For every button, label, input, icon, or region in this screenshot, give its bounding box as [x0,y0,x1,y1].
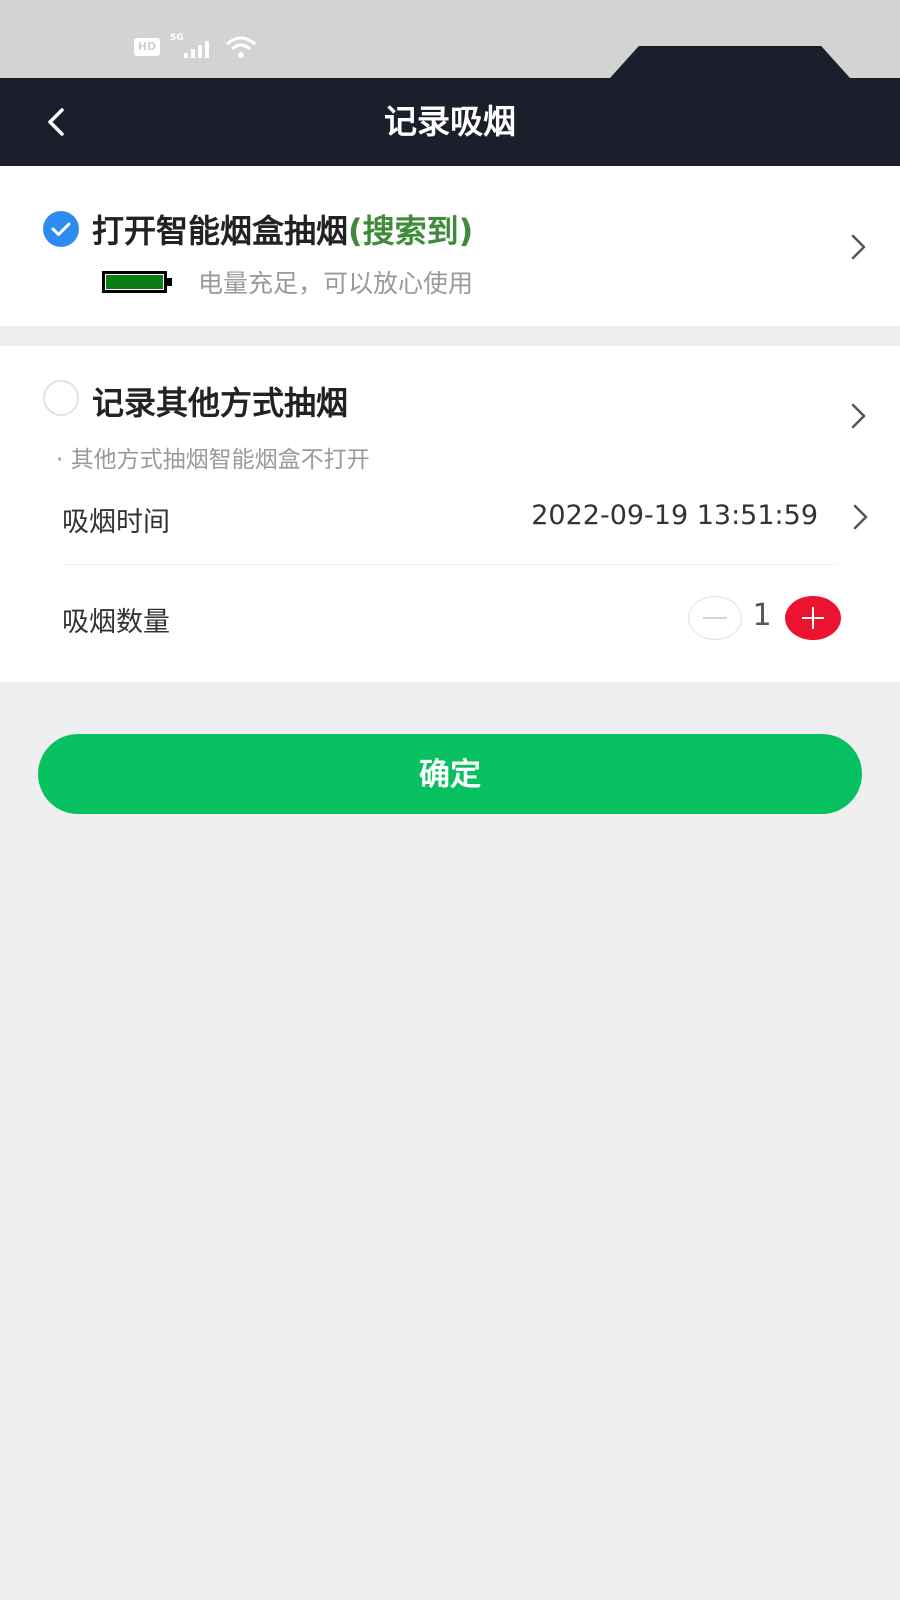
smart-box-title-text: 打开智能烟盒抽烟 [92,212,349,250]
back-chevron-icon[interactable] [40,100,76,144]
decrease-count-button[interactable] [688,596,742,640]
hd-icon: HD [134,38,160,56]
chevron-right-icon[interactable] [848,232,868,262]
other-method-title: 记录其他方式抽烟 [92,384,349,422]
signal-icon [184,41,209,58]
row-divider [62,564,838,565]
wifi-icon [226,36,256,58]
page-title: 记录吸烟 [384,102,516,141]
battery-icon [102,271,172,293]
smoke-count-label: 吸烟数量 [62,607,170,638]
smoke-count-value: 1 [752,598,772,633]
smoke-time-value[interactable]: 2022-09-19 13:51:59 [531,500,818,531]
smart-box-option-card[interactable]: 打开智能烟盒抽烟(搜索到) 电量充足，可以放心使用 [0,166,900,326]
other-method-note: · 其他方式抽烟智能烟盒不打开 [56,447,370,473]
smart-box-radio-checked-icon[interactable] [43,211,79,247]
smoke-time-label: 吸烟时间 [62,507,170,538]
battery-status-text: 电量充足，可以放心使用 [198,269,474,298]
camera-notch [610,46,850,78]
other-method-radio-unchecked-icon[interactable] [43,380,79,416]
increase-count-button[interactable] [785,596,841,640]
other-method-option-card[interactable]: 记录其他方式抽烟 · 其他方式抽烟智能烟盒不打开 吸烟时间 2022-09-19… [0,346,900,682]
smart-box-status: (搜索到) [348,212,474,250]
nav-bar: 记录吸烟 [0,78,900,166]
smart-box-option-title: 打开智能烟盒抽烟(搜索到) [92,206,473,252]
chevron-right-icon[interactable] [850,502,870,532]
status-bar: HD 5G [0,0,900,78]
confirm-button[interactable]: 确定 [38,734,862,814]
chevron-right-icon[interactable] [848,401,868,431]
